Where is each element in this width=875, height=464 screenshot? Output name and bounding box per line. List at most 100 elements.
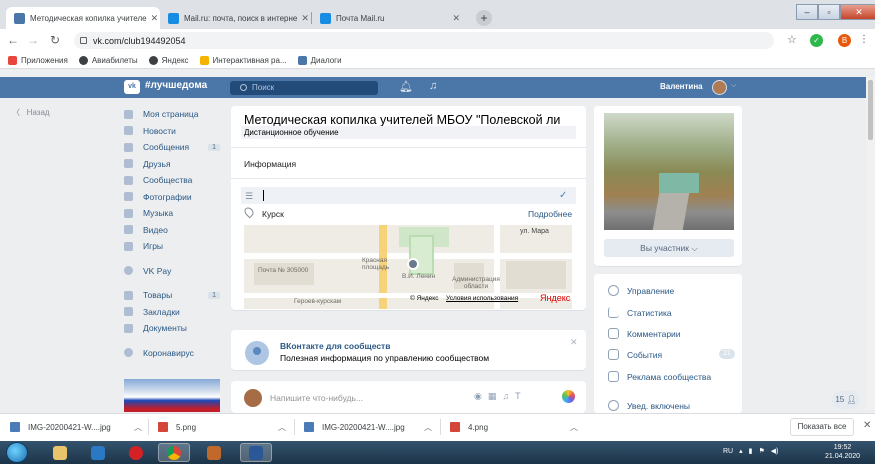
user-name[interactable]: Валентина xyxy=(660,82,703,91)
reload-icon[interactable]: ↻ xyxy=(48,32,62,48)
bookmark-interactive[interactable]: Интерактивная ра... xyxy=(199,55,287,65)
bell-icon[interactable]: 🔔︎ xyxy=(399,80,413,93)
chevron-up-icon[interactable]: ︿ xyxy=(278,422,286,433)
music-icon[interactable]: ♫ xyxy=(502,391,509,402)
vk-search-input[interactable]: Поиск xyxy=(230,81,378,95)
tab-vk[interactable]: Методическая копилка учителе ✕ xyxy=(6,7,160,29)
extension-check-icon[interactable]: ✓ xyxy=(810,34,823,47)
maximize-icon[interactable]: ▫ xyxy=(818,4,840,20)
url-input[interactable]: vk.com/club194492054 xyxy=(74,32,774,49)
close-icon[interactable]: ✕ xyxy=(570,337,578,348)
volume-icon[interactable]: ◀) xyxy=(771,447,779,455)
language-indicator[interactable]: RU xyxy=(723,448,733,455)
bookmark-yandex[interactable]: Яндекс xyxy=(148,55,189,65)
event-icon xyxy=(608,349,619,360)
description-input[interactable] xyxy=(241,187,576,204)
post-input[interactable]: Напишите что-нибудь... xyxy=(270,393,363,403)
menu-item-notifications[interactable]: Увед. включены xyxy=(608,400,690,411)
nav-item-music[interactable]: Музыка xyxy=(124,205,224,222)
nav-item-bookmarks[interactable]: Закладки xyxy=(124,304,224,321)
group-photo[interactable] xyxy=(604,113,734,230)
chevron-up-icon[interactable]: ︿ xyxy=(570,422,578,433)
video-icon[interactable]: ▦ xyxy=(488,391,497,402)
nav-item-photos[interactable]: Фотографии xyxy=(124,189,224,206)
nav-item-my-page[interactable]: Моя страница xyxy=(124,106,224,123)
vk-logo-icon[interactable]: vk xyxy=(124,80,140,94)
tab-close-icon[interactable]: ✕ xyxy=(297,13,309,24)
more-link[interactable]: Подробнее xyxy=(528,209,572,219)
bookmark-star-icon[interactable]: ☆ xyxy=(787,33,797,46)
music-icon[interactable]: ♫ xyxy=(429,80,437,92)
menu-item-stats[interactable]: Статистика xyxy=(608,307,672,318)
mailru-favicon-icon xyxy=(168,12,179,24)
profile-avatar[interactable]: B xyxy=(838,34,851,47)
camera-icon[interactable]: ◉ xyxy=(474,391,482,402)
nav-item-documents[interactable]: Документы xyxy=(124,320,224,337)
flag-banner-image[interactable] xyxy=(124,379,220,412)
taskbar-opera[interactable] xyxy=(120,443,152,462)
chat-count-badge[interactable]: 15 👤︎ xyxy=(832,391,860,409)
tab-mailru[interactable]: Mail.ru: почта, поиск в интерне ✕ xyxy=(160,7,310,29)
nav-item-news[interactable]: Новости xyxy=(124,123,224,140)
mail-favicon-icon xyxy=(320,12,331,24)
nav-item-coronavirus[interactable]: Коронавирус xyxy=(124,345,224,362)
download-item[interactable]: 5.png ︿ xyxy=(158,418,286,436)
map-widget[interactable]: ул. Мара Почта № 305000 Красная площадь … xyxy=(244,225,572,309)
nav-item-vkpay[interactable]: VK Pay xyxy=(124,263,224,280)
menu-item-comments[interactable]: Комментарии xyxy=(608,328,681,339)
taskbar-chrome[interactable] xyxy=(158,443,190,462)
show-all-downloads-button[interactable]: Показать все xyxy=(790,418,854,436)
close-icon[interactable]: ✕ xyxy=(863,420,871,431)
menu-item-ads[interactable]: Реклама сообщества xyxy=(608,371,711,382)
menu-item-events[interactable]: События xyxy=(608,349,662,360)
avatar[interactable] xyxy=(712,80,727,95)
nav-item-games[interactable]: Игры xyxy=(124,238,224,255)
nav-item-friends[interactable]: Друзья xyxy=(124,156,224,173)
vk-hashtag[interactable]: #лучшедома xyxy=(145,80,207,91)
taskbar-paint[interactable] xyxy=(198,443,230,462)
bookmark-avia[interactable]: Авиабилеты xyxy=(78,55,138,65)
menu-dots-icon[interactable]: ⋮ xyxy=(859,34,869,45)
tab-close-icon[interactable]: ✕ xyxy=(147,13,159,24)
bookmark-dialogs[interactable]: Диалоги xyxy=(297,55,342,65)
notice-title[interactable]: ВКонтакте для сообществ xyxy=(280,341,390,351)
tab-mail[interactable]: Почта Mail.ru ✕ xyxy=(312,7,468,29)
divider xyxy=(148,419,149,435)
scrollbar-thumb[interactable] xyxy=(868,80,873,140)
start-button[interactable] xyxy=(6,442,28,463)
download-item[interactable]: 4.png ︿ xyxy=(450,418,578,436)
apps-grid-icon xyxy=(8,55,17,65)
map-marker-icon[interactable] xyxy=(407,258,419,270)
text-icon[interactable]: T xyxy=(515,391,521,402)
map-terms-link[interactable]: Условия использования xyxy=(446,295,518,302)
back-link[interactable]: 〈 Назад xyxy=(12,107,50,118)
download-item[interactable]: IMG-20200421-W....jpg ︿ xyxy=(304,418,432,436)
minimize-icon[interactable]: – xyxy=(796,4,818,20)
story-ring-icon[interactable] xyxy=(562,390,575,403)
close-window-icon[interactable]: ✕ xyxy=(840,4,875,20)
checkmark-icon[interactable]: ✓ xyxy=(559,190,567,201)
taskbar-explorer[interactable] xyxy=(44,443,76,462)
member-button[interactable]: Вы участник ⌵ xyxy=(604,239,734,257)
menu-item-manage[interactable]: Управление xyxy=(608,285,674,296)
tray-arrow-icon[interactable]: ▴ xyxy=(739,447,743,455)
clock[interactable]: 19:52 21.04.2020 xyxy=(825,443,860,461)
chevron-up-icon[interactable]: ︿ xyxy=(424,422,432,433)
new-tab-button[interactable]: + xyxy=(476,10,492,26)
network-icon[interactable]: ▮ xyxy=(749,447,753,455)
forward-arrow-icon[interactable]: → xyxy=(26,32,40,48)
flag-icon[interactable]: ⚑ xyxy=(759,447,765,455)
nav-item-video[interactable]: Видео xyxy=(124,222,224,239)
group-status[interactable]: Дистанционное обучение xyxy=(241,126,576,139)
taskbar-word[interactable] xyxy=(240,443,272,462)
chevron-down-icon[interactable]: ⌵ xyxy=(731,82,736,90)
tab-close-icon[interactable]: ✕ xyxy=(448,13,460,24)
chevron-up-icon[interactable]: ︿ xyxy=(134,422,142,433)
nav-item-communities[interactable]: Сообщества xyxy=(124,172,224,189)
download-item[interactable]: IMG-20200421-W....jpg ︿ xyxy=(10,418,142,436)
back-arrow-icon[interactable]: ← xyxy=(6,32,20,48)
nav-item-messages[interactable]: Сообщения 1 xyxy=(124,139,224,156)
nav-item-goods[interactable]: Товары 1 xyxy=(124,287,224,304)
taskbar-outlook[interactable] xyxy=(82,443,114,462)
bookmark-apps[interactable]: Приложения xyxy=(8,55,68,65)
